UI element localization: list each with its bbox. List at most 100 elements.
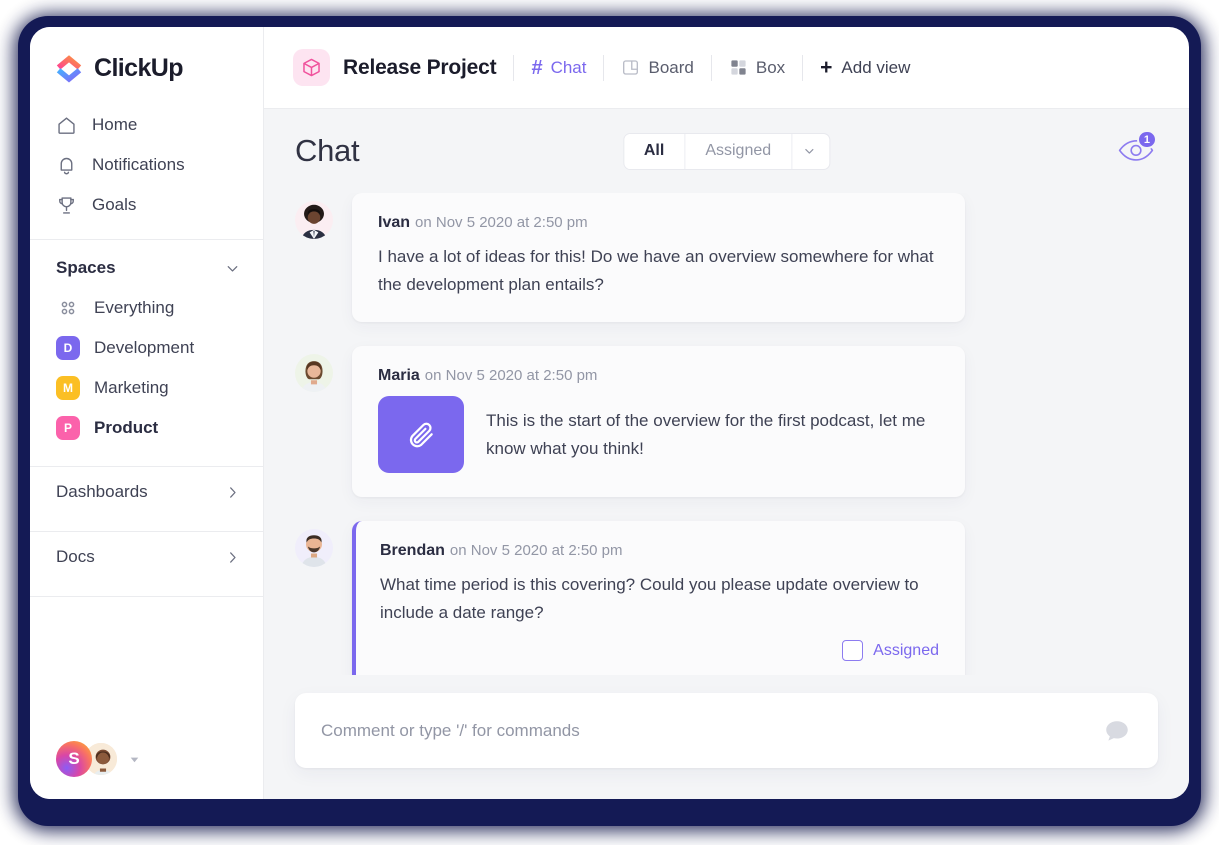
- sidebar-item-label: Marketing: [94, 378, 169, 397]
- main-area: Release Project # Chat Board Box + Add v…: [264, 27, 1189, 799]
- message-timestamp: on Nov 5 2020 at 2:50 pm: [415, 214, 588, 231]
- hash-icon: #: [531, 56, 543, 79]
- plus-icon: +: [820, 56, 833, 79]
- sidebar-item-everything[interactable]: Everything: [30, 288, 263, 328]
- composer-wrap: Comment or type '/' for commands: [264, 675, 1189, 799]
- logo[interactable]: ClickUp: [30, 27, 263, 83]
- primary-nav: Home Notifications Goals: [30, 105, 263, 225]
- add-view-label: Add view: [841, 57, 911, 77]
- sidebar-item-dashboards[interactable]: Dashboards: [30, 467, 263, 517]
- caret-down-icon[interactable]: [128, 753, 141, 766]
- message-item: Maria on Nov 5 2020 at 2:50 pm This is th…: [295, 346, 1158, 498]
- logo-text: ClickUp: [94, 53, 183, 82]
- message-thread: Ivan on Nov 5 2020 at 2:50 pm I have a lo…: [264, 193, 1189, 675]
- message-attachment-row: This is the start of the overview for th…: [378, 396, 939, 474]
- board-icon: [623, 60, 639, 75]
- message-timestamp: on Nov 5 2020 at 2:50 pm: [449, 542, 623, 560]
- sidebar-item-marketing[interactable]: M Marketing: [30, 368, 263, 408]
- project-title: Release Project: [343, 55, 497, 79]
- clickup-logo-icon: [56, 55, 82, 83]
- watchers-button[interactable]: 1: [1116, 130, 1157, 167]
- project-icon-wrap: [293, 49, 330, 86]
- watchers-count-badge: 1: [1136, 130, 1157, 149]
- message-text: I have a lot of ideas for this! Do we ha…: [378, 247, 934, 294]
- message-text: What time period is this covering? Could…: [380, 575, 919, 622]
- message-author: Maria: [378, 367, 420, 385]
- tab-label: Board: [648, 57, 694, 77]
- sidebar-item-goals[interactable]: Goals: [30, 185, 263, 225]
- box-grid-icon: [731, 60, 746, 75]
- avatar-maria[interactable]: [295, 354, 333, 393]
- sidebar-item-label: Product: [94, 418, 159, 437]
- page-title: Chat: [295, 133, 360, 168]
- user-avatars[interactable]: S: [30, 719, 263, 799]
- bell-icon: [60, 157, 73, 174]
- tab-board[interactable]: Board: [621, 57, 694, 78]
- separator: [513, 54, 515, 81]
- avatar-current-user[interactable]: S: [56, 741, 92, 777]
- sidebar: ClickUp Home Notifications Goals Spaces …: [30, 27, 264, 799]
- filter-dropdown-button[interactable]: [791, 133, 829, 169]
- message-item: Ivan on Nov 5 2020 at 2:50 pm I have a lo…: [295, 193, 1158, 323]
- avatar-photo-icon: [295, 354, 333, 393]
- filter-toggle-group: All Assigned: [622, 132, 831, 170]
- sidebar-item-label: Notifications: [92, 155, 185, 174]
- message-card: Maria on Nov 5 2020 at 2:50 pm This is th…: [352, 346, 965, 498]
- tab-label: Chat: [550, 57, 587, 77]
- message-card: Ivan on Nov 5 2020 at 2:50 pm I have a lo…: [352, 193, 965, 323]
- avatar-ivan[interactable]: [295, 201, 333, 239]
- grid-dots-icon: [61, 301, 75, 315]
- add-view-button[interactable]: + Add view: [820, 57, 910, 78]
- assigned-checkbox[interactable]: [842, 640, 864, 662]
- chat-panel-header: Chat All Assigned 1: [264, 109, 1189, 193]
- space-badge-d: D: [56, 336, 80, 360]
- message-meta: Maria on Nov 5 2020 at 2:50 pm: [378, 367, 939, 385]
- topbar: Release Project # Chat Board Box + Add v…: [264, 27, 1189, 109]
- tab-chat[interactable]: # Chat: [531, 58, 586, 78]
- avatar-photo-icon: [295, 201, 333, 239]
- divider: [30, 596, 263, 597]
- tab-box[interactable]: Box: [729, 58, 785, 78]
- paperclip-icon: [409, 422, 433, 447]
- separator: [710, 54, 712, 81]
- avatar-brendan[interactable]: [295, 529, 333, 568]
- chevron-down-icon: [805, 148, 814, 154]
- message-card: Brendan on Nov 5 2020 at 2:50 pm What tim…: [352, 521, 965, 675]
- sidebar-item-home[interactable]: Home: [30, 105, 263, 145]
- sidebar-item-label: Everything: [94, 298, 175, 317]
- comment-composer[interactable]: Comment or type '/' for commands: [295, 693, 1158, 768]
- chat-panel: Chat All Assigned 1 Ivan on Nov 5 2020 a…: [264, 109, 1189, 799]
- sidebar-item-label: Home: [92, 115, 138, 134]
- chevron-right-icon: [230, 551, 236, 563]
- assigned-row: Assigned: [380, 640, 939, 662]
- space-badge-p: P: [56, 416, 80, 440]
- clickup-app-window: ClickUp Home Notifications Goals Spaces …: [30, 27, 1189, 799]
- message-meta: Brendan on Nov 5 2020 at 2:50 pm: [380, 542, 939, 560]
- chat-bubble-icon[interactable]: [1102, 716, 1132, 746]
- message-timestamp: on Nov 5 2020 at 2:50 pm: [424, 367, 598, 385]
- attachment-tile[interactable]: [378, 396, 464, 474]
- comment-input[interactable]: Comment or type '/' for commands: [321, 721, 1102, 741]
- space-badge-m: M: [56, 376, 80, 400]
- filter-all-button[interactable]: All: [623, 133, 685, 169]
- spaces-title: Spaces: [56, 258, 116, 277]
- sidebar-item-notifications[interactable]: Notifications: [30, 145, 263, 185]
- spaces-section-header[interactable]: Spaces: [30, 240, 263, 288]
- sidebar-item-label: Docs: [56, 547, 95, 566]
- sidebar-item-docs[interactable]: Docs: [30, 532, 263, 582]
- assigned-label: Assigned: [873, 641, 939, 659]
- filter-assigned-button[interactable]: Assigned: [684, 133, 791, 169]
- box-icon: [303, 58, 320, 77]
- sidebar-item-product[interactable]: P Product: [30, 408, 263, 448]
- message-author: Brendan: [380, 542, 445, 560]
- trophy-icon: [59, 196, 74, 214]
- sidebar-item-development[interactable]: D Development: [30, 328, 263, 368]
- message-meta: Ivan on Nov 5 2020 at 2:50 pm: [378, 214, 939, 232]
- message-item: Brendan on Nov 5 2020 at 2:50 pm What tim…: [295, 521, 1158, 675]
- chevron-down-icon[interactable]: [224, 260, 241, 277]
- separator: [802, 54, 804, 81]
- home-icon: [58, 116, 75, 134]
- sidebar-item-label: Development: [94, 338, 195, 357]
- message-author: Ivan: [378, 214, 411, 231]
- chevron-right-icon: [230, 486, 236, 498]
